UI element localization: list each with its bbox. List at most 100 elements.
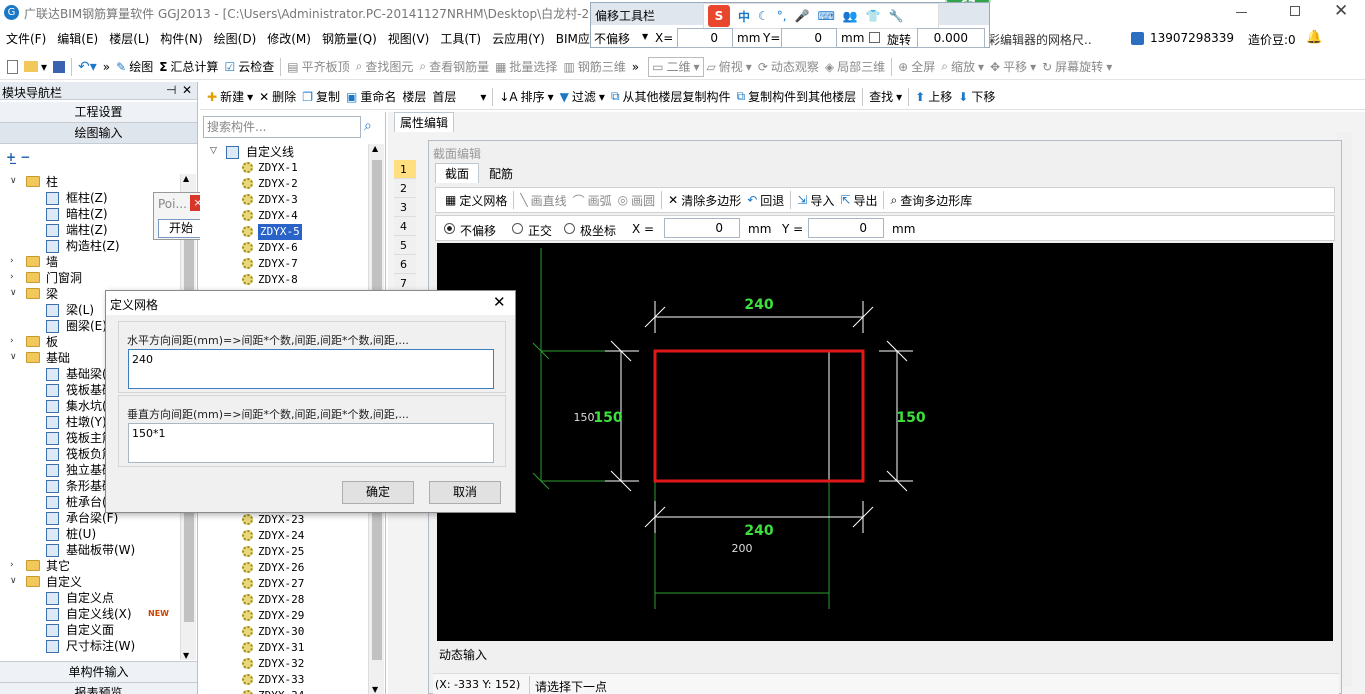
poi-dialog[interactable]: Poi... × 开始 [153,192,207,240]
rotate-input[interactable]: 0.000 [917,28,985,48]
component-item[interactable]: ZDYX-30 [208,624,368,640]
sogou-icon[interactable]: S [708,5,730,27]
open-file-icon[interactable]: ▾ [21,56,50,78]
export-button[interactable]: ⇱ 导出 [837,189,880,211]
component-item[interactable]: ZDYX-25 [208,544,368,560]
chevron-down-icon[interactable]: ∨ [10,353,19,362]
component-item[interactable]: ZDYX-2 [208,176,368,192]
toolbar-more-icon[interactable]: » [100,56,113,78]
copy-button[interactable]: ❐ 复制 [299,86,343,108]
horizontal-spacing-input[interactable]: 240 [128,349,494,389]
property-row-number[interactable]: 1 [394,160,416,179]
menu-item[interactable]: 视图(V) [388,32,430,46]
chevron-right-icon[interactable]: › [10,561,19,570]
menu-item[interactable]: 云应用(Y) [492,32,545,46]
dialog-titlebar[interactable]: 定义网格 ✕ [106,291,515,315]
component-item[interactable]: ZDYX-5 [208,224,368,240]
component-item[interactable]: ZDYX-3 [208,192,368,208]
menu-item[interactable]: 修改(M) [267,32,311,46]
chevron-down-icon[interactable]: ∨ [10,577,19,586]
search-icon[interactable]: ⌕ [364,118,372,134]
nav-item[interactable]: 尺寸标注(W) [0,638,180,654]
component-item[interactable]: ZDYX-32 [208,656,368,672]
property-row-number[interactable]: 6 [394,255,416,274]
nav-folder[interactable]: ∨ 自定义 [0,574,180,590]
poi-start-button[interactable]: 开始 [158,219,204,238]
price-beans[interactable]: 造价豆:0 [1248,31,1296,48]
sort-button[interactable]: ↓A 排序 ▾ [496,86,556,108]
rotate-checkbox[interactable] [869,32,880,43]
menu-item[interactable]: 钢筋量(Q) [322,32,377,46]
draw-line-button[interactable]: ╲ 画直线 [517,189,569,211]
nav-folder[interactable]: › 墙 [0,254,180,270]
dialog-close-icon[interactable]: ✕ [493,293,506,311]
fullscreen-button[interactable]: ⊕ 全屏 [895,56,938,78]
view-rebar-button[interactable]: ⌕ 查看钢筋量 [416,56,492,78]
chevron-down-icon[interactable]: ∨ [10,289,19,298]
offset-toolbar[interactable]: 偏移工具栏 S 中 ☾ °, 🎤 ⌨ 👥 👕 🔧 不偏移 ▼ X= 0 mm Y… [590,2,990,48]
component-item[interactable]: ZDYX-33 [208,672,368,688]
nav-item[interactable]: 自定义点 [0,590,180,606]
nav-item[interactable]: 自定义面 [0,622,180,638]
tab-section[interactable]: 截面 [435,163,479,183]
nav-folder[interactable]: › 其它 [0,558,180,574]
component-root[interactable]: ▽ 自定义线 [208,144,368,160]
define-grid-button[interactable]: ▦ 定义网格 [442,189,510,211]
project-settings-tab[interactable]: 工程设置 [0,102,197,123]
new-file-icon[interactable] [4,56,21,78]
dynamic-input-tab[interactable]: 动态输入 [439,645,499,665]
section-y-input[interactable]: 0 [808,218,884,238]
menu-item[interactable]: 文件(F) [6,32,46,46]
menu-item[interactable]: 绘图(D) [214,32,257,46]
component-item[interactable]: ZDYX-34 [208,688,368,694]
find-element-button[interactable]: ⌕ 查找图元 [353,56,417,78]
expand-all-icon[interactable]: +̲ − [6,150,30,164]
chevron-right-icon[interactable]: › [10,273,19,282]
shirt-icon[interactable]: 👕 [866,9,881,23]
zoom-button[interactable]: ⌕ 缩放 ▾ [938,56,987,78]
wrench-icon[interactable]: 🔧 [889,9,904,23]
top-view-button[interactable]: ▱ 俯视 ▾ [704,56,755,78]
find-button[interactable]: 查找 ▾ [866,86,905,108]
user-icon[interactable] [1131,32,1144,45]
screen-rotate-button[interactable]: ↻ 屏幕旋转 ▾ [1039,56,1115,78]
nav-item[interactable]: 自定义线(X) NEW [0,606,180,622]
copy-to-floor-button[interactable]: ⧉ 复制构件到其他楼层 [734,86,860,108]
copy-from-floor-button[interactable]: ⧉ 从其他楼层复制构件 [608,86,734,108]
move-up-button[interactable]: ⬆ 上移 [912,86,955,108]
chevron-right-icon[interactable]: › [10,337,19,346]
restore-icon[interactable] [1290,6,1300,16]
property-row-number[interactable]: 3 [394,198,416,217]
offset-y-input[interactable]: 0 [781,28,837,48]
property-row-number[interactable]: 4 [394,217,416,236]
component-item[interactable]: ZDYX-31 [208,640,368,656]
bell-icon[interactable]: 🔔 [1306,30,1322,45]
mic-icon[interactable]: 🎤 [795,9,810,23]
punct-icon[interactable]: °, [777,9,787,23]
single-component-tab[interactable]: 单构件输入 [0,661,197,682]
pin-icon[interactable]: ⊣ [166,83,176,97]
nav-item[interactable]: 桩(U) [0,526,180,542]
component-search-input[interactable]: 搜索构件... [203,116,361,138]
component-item[interactable]: ZDYX-1 [208,160,368,176]
view-2d-select[interactable]: ▭ 二维 ▾ [648,56,704,77]
pan-button[interactable]: ✥ 平移 ▾ [987,56,1039,78]
chevron-right-icon[interactable]: › [10,257,19,266]
component-item[interactable]: ZDYX-23 [208,512,368,528]
component-item[interactable]: ZDYX-29 [208,608,368,624]
property-row-number[interactable]: 2 [394,179,416,198]
component-item[interactable]: ZDYX-27 [208,576,368,592]
vertical-spacing-input[interactable]: 150*1 [128,423,494,463]
draw-circle-button[interactable]: ◎ 画圆 [615,189,659,211]
clear-polygon-button[interactable]: ✕ 清除多边形 [665,189,744,211]
ime-chinese[interactable]: 中 [738,8,750,25]
offset-x-input[interactable]: 0 [677,28,733,48]
save-icon[interactable] [50,56,68,78]
nav-item[interactable]: 构造柱(Z) [0,238,180,254]
draw-arc-button[interactable]: ⌒ 画弧 [570,189,615,211]
batch-select-button[interactable]: ▦ 批量选择 [492,56,560,78]
component-item[interactable]: ZDYX-28 [208,592,368,608]
chevron-down-icon[interactable]: ∨ [10,177,19,186]
report-preview-tab[interactable]: 报表预览 [0,682,197,694]
undo-section-button[interactable]: ↶ 回退 [744,189,787,211]
